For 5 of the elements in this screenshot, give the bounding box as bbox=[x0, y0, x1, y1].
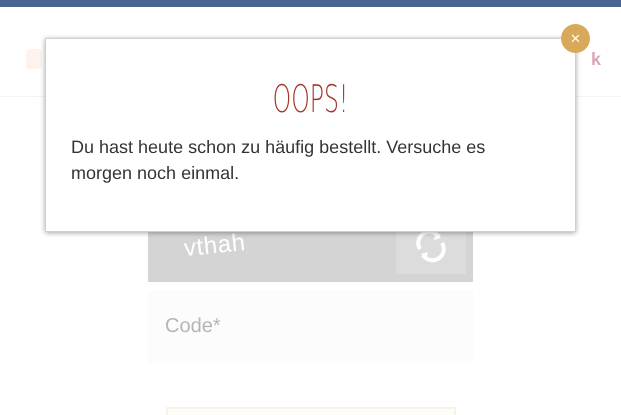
header-link[interactable]: k bbox=[591, 49, 602, 69]
logo-icon bbox=[26, 49, 42, 69]
modal-message: Du hast heute schon zu häufig bestellt. Versuche es morgen noch einmal. bbox=[71, 136, 486, 185]
code-field[interactable]: Code* bbox=[148, 290, 473, 363]
modal-title: OOPS! bbox=[272, 77, 350, 121]
